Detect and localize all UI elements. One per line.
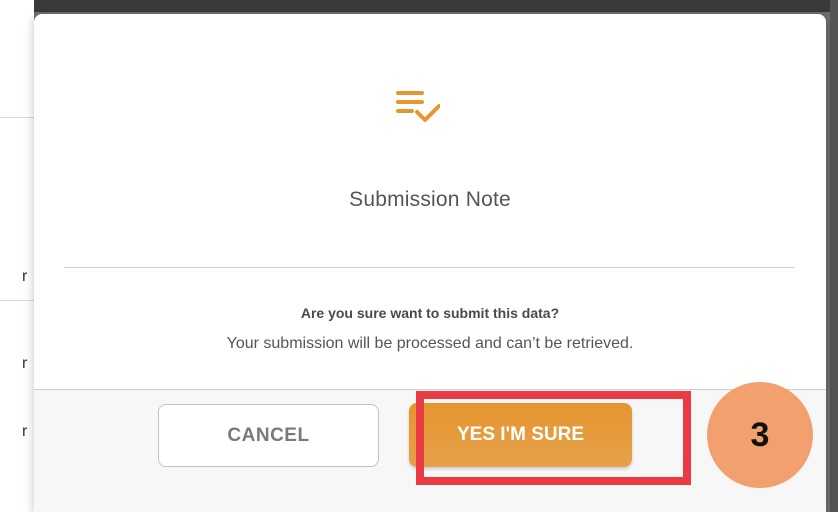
confirmation-question: Are you sure want to submit this data?: [300, 305, 560, 321]
screen: r r r Submission Note Are you sure want …: [0, 0, 838, 512]
cancel-button[interactable]: CANCEL: [158, 404, 379, 467]
backdrop-page-strip: r r r: [0, 0, 34, 512]
backdrop-text-fragment: r: [22, 423, 28, 440]
backdrop-right-bar: [830, 0, 838, 512]
title-divider: [64, 267, 794, 268]
backdrop-divider: [0, 117, 34, 118]
backdrop-divider: [0, 300, 34, 301]
confirmation-detail: Your submission will be processed and ca…: [226, 335, 634, 352]
confirm-submit-button[interactable]: YES I'M SURE: [409, 403, 632, 467]
backdrop-text-fragment: r: [22, 268, 28, 285]
dialog-title: Submission Note: [349, 188, 511, 211]
list-check-icon: [396, 91, 440, 122]
backdrop-text-fragment: r: [22, 355, 28, 372]
backdrop-top-bar: [0, 0, 838, 12]
step-number-badge: 3: [707, 382, 813, 488]
